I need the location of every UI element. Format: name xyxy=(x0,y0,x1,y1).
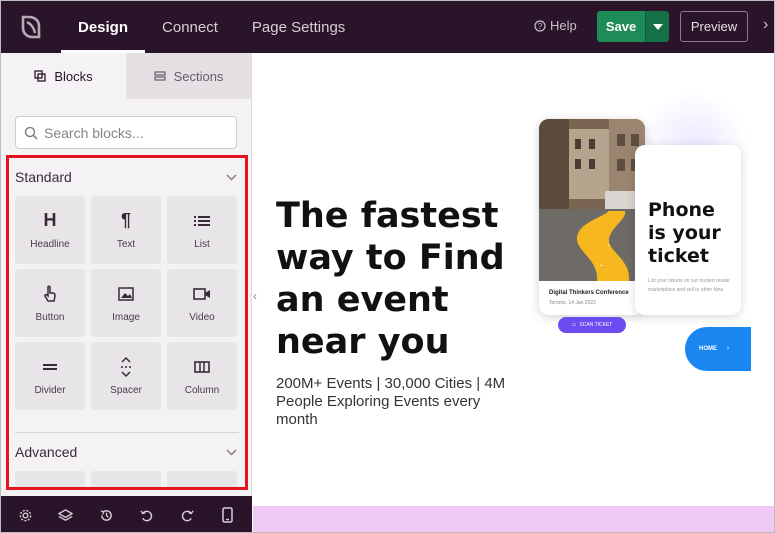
home-label: HOME xyxy=(699,346,717,352)
block-label: Column xyxy=(184,384,220,396)
block-video[interactable]: Video xyxy=(167,269,237,337)
standard-section-header[interactable]: Standard xyxy=(9,158,245,196)
hero-subtext[interactable]: 200M+ Events | 30,000 Cities | 4M People… xyxy=(276,375,516,429)
block-label: Divider xyxy=(34,384,66,396)
advanced-section-header[interactable]: Advanced xyxy=(9,433,245,471)
redo-icon[interactable] xyxy=(175,503,199,527)
image-icon xyxy=(118,284,134,304)
hero-headline[interactable]: The fastest way to Find an event near yo… xyxy=(276,195,526,363)
save-options-button[interactable] xyxy=(645,11,669,42)
advanced-block[interactable] xyxy=(167,471,237,487)
scan-ticket-label: SCAN TICKET xyxy=(579,322,613,328)
street-photo: ⌃ ⌃ xyxy=(539,119,645,281)
leaf-logo-icon xyxy=(21,15,41,39)
tab-connect[interactable]: Connect xyxy=(145,1,235,53)
save-button-group: Save xyxy=(597,11,669,42)
spacer-icon xyxy=(119,356,133,377)
advanced-blocks-row xyxy=(9,471,245,487)
mobile-preview-icon[interactable] xyxy=(216,503,240,527)
block-label: Image xyxy=(112,311,140,323)
app-logo[interactable] xyxy=(1,1,61,53)
block-divider[interactable]: Divider xyxy=(15,342,85,410)
home-button[interactable]: HOME › xyxy=(685,327,751,371)
block-label: Spacer xyxy=(110,384,142,396)
blocks-sidebar: Blocks Sections Search blocks... Standar… xyxy=(1,53,252,496)
block-button[interactable]: Button xyxy=(15,269,85,337)
tab-sections-label: Sections xyxy=(173,68,224,84)
top-bar: Design Connect Page Settings ? Help Save… xyxy=(1,1,774,53)
tab-page-settings[interactable]: Page Settings xyxy=(235,1,362,53)
tab-blocks-label: Blocks xyxy=(54,68,93,84)
layers-icon[interactable] xyxy=(54,503,78,527)
block-column[interactable]: Column xyxy=(167,342,237,410)
preview-button[interactable]: Preview xyxy=(680,11,748,42)
help-link[interactable]: ? Help xyxy=(534,18,577,33)
tab-design[interactable]: Design xyxy=(61,1,146,53)
search-blocks-input[interactable]: Search blocks... xyxy=(15,116,237,149)
ticket-icon: ▭ xyxy=(571,322,577,328)
search-icon xyxy=(24,126,38,140)
advanced-title: Advanced xyxy=(15,444,78,460)
phone-ticket-title: Phone is your ticket xyxy=(648,199,721,267)
svg-text:?: ? xyxy=(538,22,543,31)
block-list[interactable]: List xyxy=(167,196,237,264)
blocks-icon xyxy=(34,70,46,82)
chevron-down-icon xyxy=(226,173,237,181)
caret-down-icon xyxy=(652,23,663,30)
sections-icon xyxy=(153,71,166,81)
help-icon: ? xyxy=(534,19,546,32)
phone-mockup-ticket[interactable]: Phone is your ticket List your tickets o… xyxy=(635,145,741,315)
block-label: Video xyxy=(189,311,215,323)
block-headline[interactable]: H Headline xyxy=(15,196,85,264)
tab-blocks[interactable]: Blocks xyxy=(1,53,126,99)
close-icon[interactable]: › xyxy=(763,16,768,34)
advanced-block[interactable] xyxy=(15,471,85,487)
page-builder: Design Connect Page Settings ? Help Save… xyxy=(0,0,775,533)
bottom-toolbar xyxy=(1,496,252,532)
search-placeholder: Search blocks... xyxy=(44,124,144,141)
block-label: Text xyxy=(116,238,136,250)
standard-blocks-grid: H Headline ¶ Text List Button Image Vide… xyxy=(9,196,245,410)
block-image[interactable]: Image xyxy=(91,269,161,337)
settings-gear-icon[interactable] xyxy=(13,503,37,527)
paragraph-icon: ¶ xyxy=(120,210,131,230)
video-icon xyxy=(193,284,211,304)
phone-ticket-description: List your tickets on our trusted resale … xyxy=(648,278,730,293)
block-label: List xyxy=(194,238,210,250)
collapse-sidebar-icon[interactable]: ‹ xyxy=(253,289,257,303)
chevron-down-icon xyxy=(226,448,237,456)
divider-icon xyxy=(42,357,58,377)
history-icon[interactable] xyxy=(94,503,118,527)
save-button[interactable]: Save xyxy=(597,11,645,42)
event-location: Toronto, 14 Jan 2022 xyxy=(549,300,596,306)
list-icon xyxy=(194,211,210,231)
svg-text:⌃: ⌃ xyxy=(606,244,611,251)
standard-title: Standard xyxy=(15,169,72,185)
column-icon xyxy=(194,357,210,377)
advanced-block[interactable] xyxy=(91,471,161,487)
help-label: Help xyxy=(550,18,577,33)
tab-sections[interactable]: Sections xyxy=(126,53,251,99)
headline-icon: H xyxy=(43,210,57,230)
phone-mockup-event[interactable]: ⌃ ⌃ Digital Thinkers Conference Toronto,… xyxy=(539,119,645,315)
svg-text:⌃: ⌃ xyxy=(599,264,604,271)
block-spacer[interactable]: Spacer xyxy=(91,342,161,410)
arrow-right-icon: › xyxy=(727,346,729,352)
scan-ticket-button[interactable]: ▭ SCAN TICKET xyxy=(558,317,626,333)
block-label: Button xyxy=(35,311,65,323)
block-text[interactable]: ¶ Text xyxy=(91,196,161,264)
block-label: Headline xyxy=(30,238,70,250)
undo-icon[interactable] xyxy=(135,503,159,527)
event-title: Digital Thinkers Conference xyxy=(549,290,629,296)
next-section-strip[interactable] xyxy=(253,506,774,532)
sidebar-tabs: Blocks Sections xyxy=(1,53,251,99)
highlighted-blocks-area: Standard H Headline ¶ Text List Button I… xyxy=(6,155,248,490)
pointer-icon xyxy=(43,284,57,304)
